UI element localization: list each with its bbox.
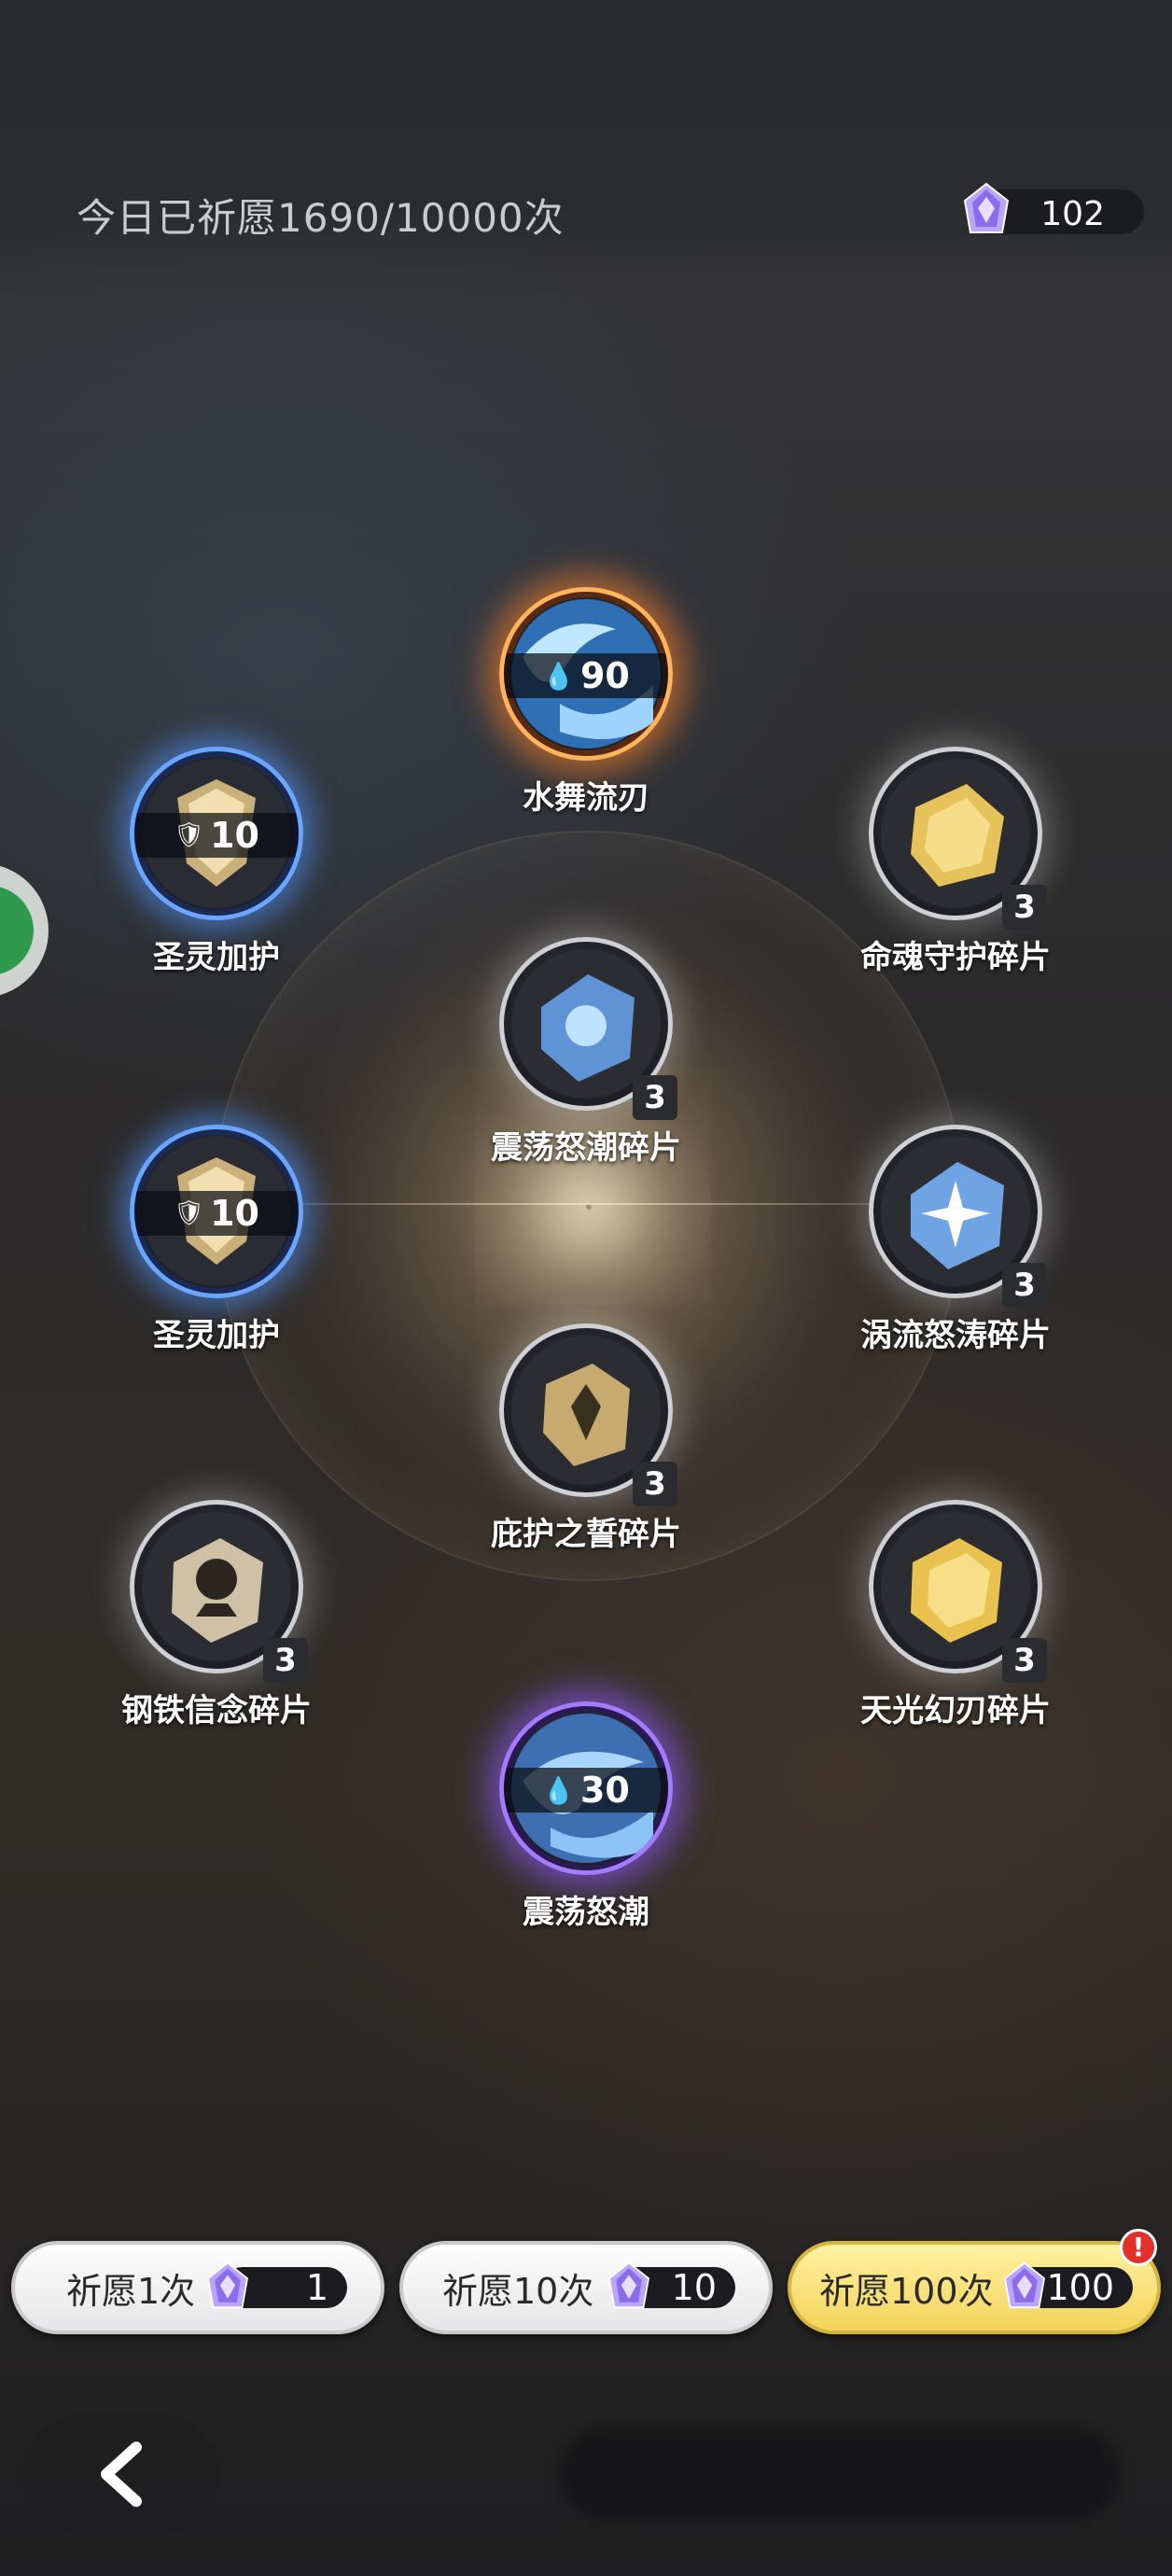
quantity-badge: 3: [633, 1462, 677, 1506]
reward-label: 天光幻刃碎片: [860, 1692, 1051, 1729]
top-bar: [0, 0, 1172, 299]
bottom-shadow: [560, 2427, 1120, 2520]
reward-label: 圣灵加护: [153, 1317, 280, 1354]
water-icon: 💧: [542, 660, 575, 692]
shield-icon: 🛡: [174, 1199, 205, 1227]
reward-medal: 🛡 10: [130, 1125, 303, 1298]
back-button[interactable]: [22, 2414, 220, 2535]
quantity-badge: 3: [1002, 1638, 1047, 1683]
wish-1-button[interactable]: 祈愿1次 1: [11, 2241, 384, 2334]
reward-label: 涡流怒涛碎片: [860, 1317, 1051, 1354]
center-glow: [586, 1204, 592, 1210]
wish-10-label: 祈愿10次: [442, 2270, 594, 2312]
side-chat-button[interactable]: [0, 863, 49, 998]
quantity-badge: 3: [633, 1075, 677, 1120]
wish-100-label: 祈愿100次: [819, 2270, 994, 2312]
reward-label: 命魂守护碎片: [860, 939, 1051, 976]
crystal-icon: [599, 2260, 659, 2323]
crystal-icon: [198, 2260, 258, 2323]
alert-badge: !: [1120, 2229, 1157, 2266]
daily-wish-count: 今日已祈愿1690/10000次: [77, 195, 565, 241]
wish-1-label: 祈愿1次: [66, 2270, 196, 2312]
currency-display[interactable]: 102: [963, 182, 1144, 234]
wish-100-button[interactable]: 祈愿100次 100: [788, 2241, 1161, 2334]
reward-label: 庇护之誓碎片: [491, 1516, 681, 1553]
reward-label: 震荡怒潮: [523, 1894, 649, 1931]
reward-label: 钢铁信念碎片: [121, 1692, 312, 1729]
wish-10-button[interactable]: 祈愿10次 10: [399, 2241, 773, 2334]
reward-label: 震荡怒潮碎片: [491, 1129, 681, 1167]
reward-medal: 💧 30: [499, 1701, 673, 1875]
water-icon: 💧: [542, 1774, 575, 1806]
crystal-icon: [954, 180, 1019, 249]
quantity-badge: 3: [263, 1638, 308, 1683]
reward-label: 水舞流刃: [523, 779, 649, 817]
shield-icon: 🛡: [174, 821, 205, 849]
quantity-badge: 3: [1002, 885, 1047, 930]
chevron-left-icon: [101, 2442, 142, 2507]
crystal-icon: [995, 2260, 1054, 2323]
currency-value: 102: [1040, 195, 1105, 233]
reward-label: 圣灵加护: [153, 939, 280, 976]
quantity-badge: 3: [1002, 1263, 1047, 1308]
reward-medal: 🛡 10: [130, 747, 303, 920]
reward-medal: 💧 90: [499, 587, 673, 761]
